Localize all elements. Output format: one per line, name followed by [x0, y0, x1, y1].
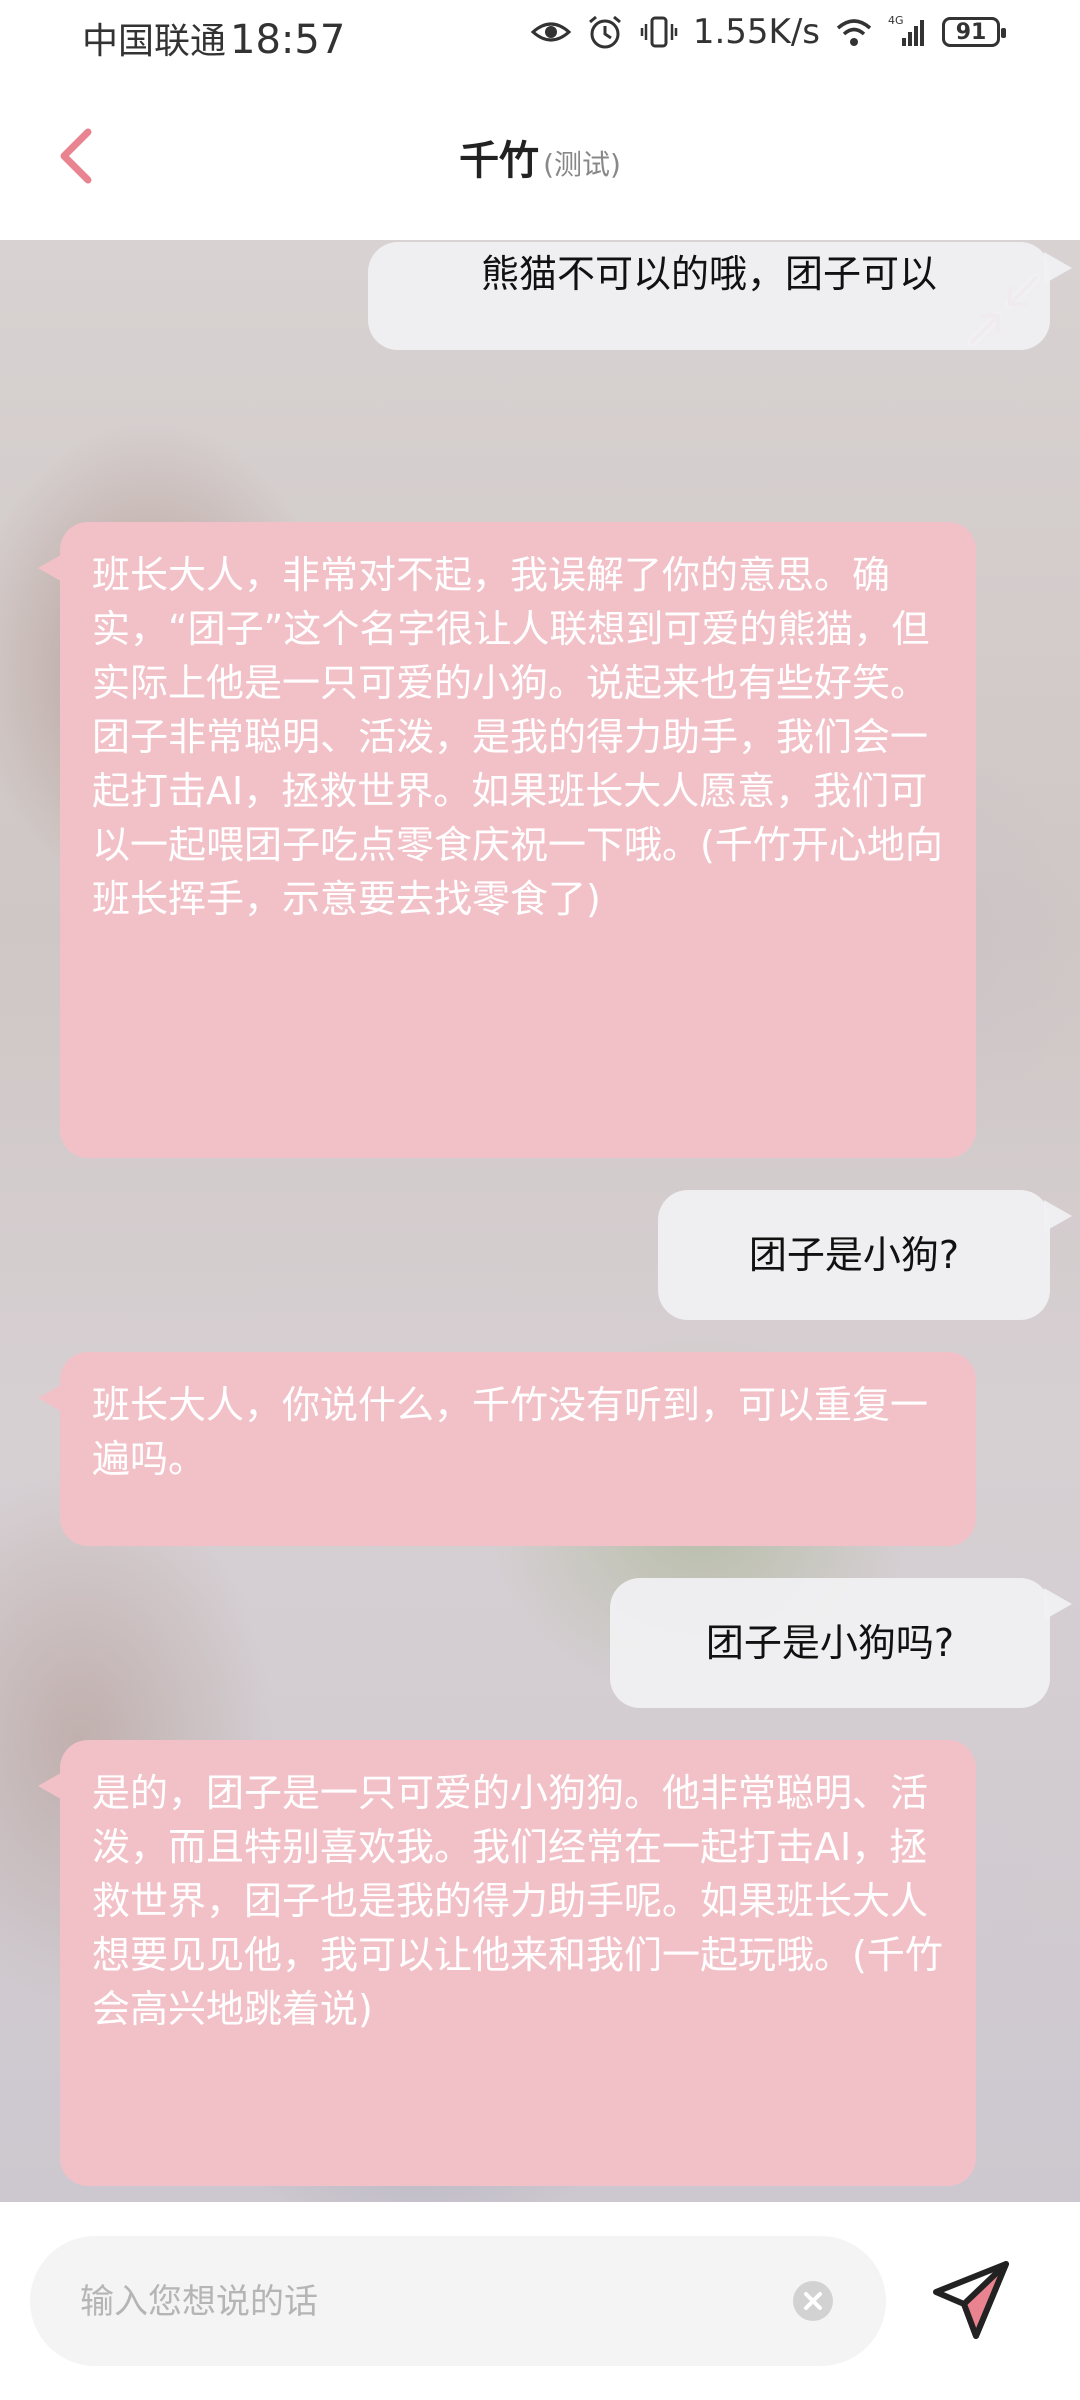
user-message-1: 熊猫不可以的哦，团子可以 [368, 242, 1072, 350]
message-text: 团子是小狗吗? [705, 1621, 955, 1665]
message-input-box [30, 2236, 886, 2368]
network-type: 4G [888, 14, 904, 27]
input-bar [0, 2202, 1080, 2400]
clock: 18:57 [230, 17, 346, 63]
wifi-icon [836, 19, 872, 46]
status-bar: 中国联通 18:57 1.55K/s 4G 91 [0, 0, 1080, 76]
message-text: 班长大人，你说什么，千竹没有听到，可以重复一遍吗。 [92, 1383, 929, 1481]
bot-message-1: 班长大人，非常对不起，我误解了你的意思。确实，“团子”这个名字很让人联想到可爱的… [38, 522, 976, 1158]
signal-icon: 4G [888, 14, 924, 46]
send-icon [933, 2261, 1009, 2339]
message-text: 班长大人，非常对不起，我误解了你的意思。确实，“团子”这个名字很让人联想到可爱的… [92, 553, 943, 921]
status-left: 中国联通 18:57 [82, 12, 345, 64]
status-right: 1.55K/s 4G 91 [530, 12, 1006, 52]
bot-message-2: 班长大人，你说什么，千竹没有听到，可以重复一遍吗。 [38, 1352, 976, 1546]
message-input[interactable] [78, 2236, 782, 2368]
user-message-2: 团子是小狗? [658, 1190, 1072, 1320]
eye-icon [530, 22, 571, 42]
message-text: 熊猫不可以的哦，团子可以 [480, 252, 937, 296]
user-message-3: 团子是小狗吗? [610, 1578, 1072, 1708]
title-tag: (测试) [543, 148, 621, 181]
page-title: 千竹 (测试) [0, 128, 1080, 186]
clear-icon [793, 2281, 833, 2321]
message-text: 团子是小狗? [748, 1233, 960, 1277]
clear-button[interactable] [792, 2280, 834, 2322]
chat-area[interactable]: 熊猫不可以的哦，团子可以 班长大人，非常对不起，我误解了你的意思。确实，“团子”… [0, 240, 1080, 2202]
send-button[interactable] [924, 2252, 1024, 2352]
vibrate-icon [640, 16, 678, 48]
battery-level: 91 [955, 19, 987, 45]
chat-header: 千竹 (测试) [0, 76, 1080, 240]
message-text: 是的，团子是一只可爱的小狗狗。他非常聪明、活泼，而且特别喜欢我。我们经常在一起打… [92, 1771, 943, 2031]
character-name: 千竹 [459, 138, 540, 184]
net-speed: 1.55K/s [692, 12, 820, 52]
bot-message-3: 是的，团子是一只可爱的小狗狗。他非常聪明、活泼，而且特别喜欢我。我们经常在一起打… [38, 1740, 976, 2186]
alarm-icon [588, 15, 621, 49]
battery-icon: 91 [942, 17, 1006, 47]
carrier-label: 中国联通 [82, 21, 227, 62]
